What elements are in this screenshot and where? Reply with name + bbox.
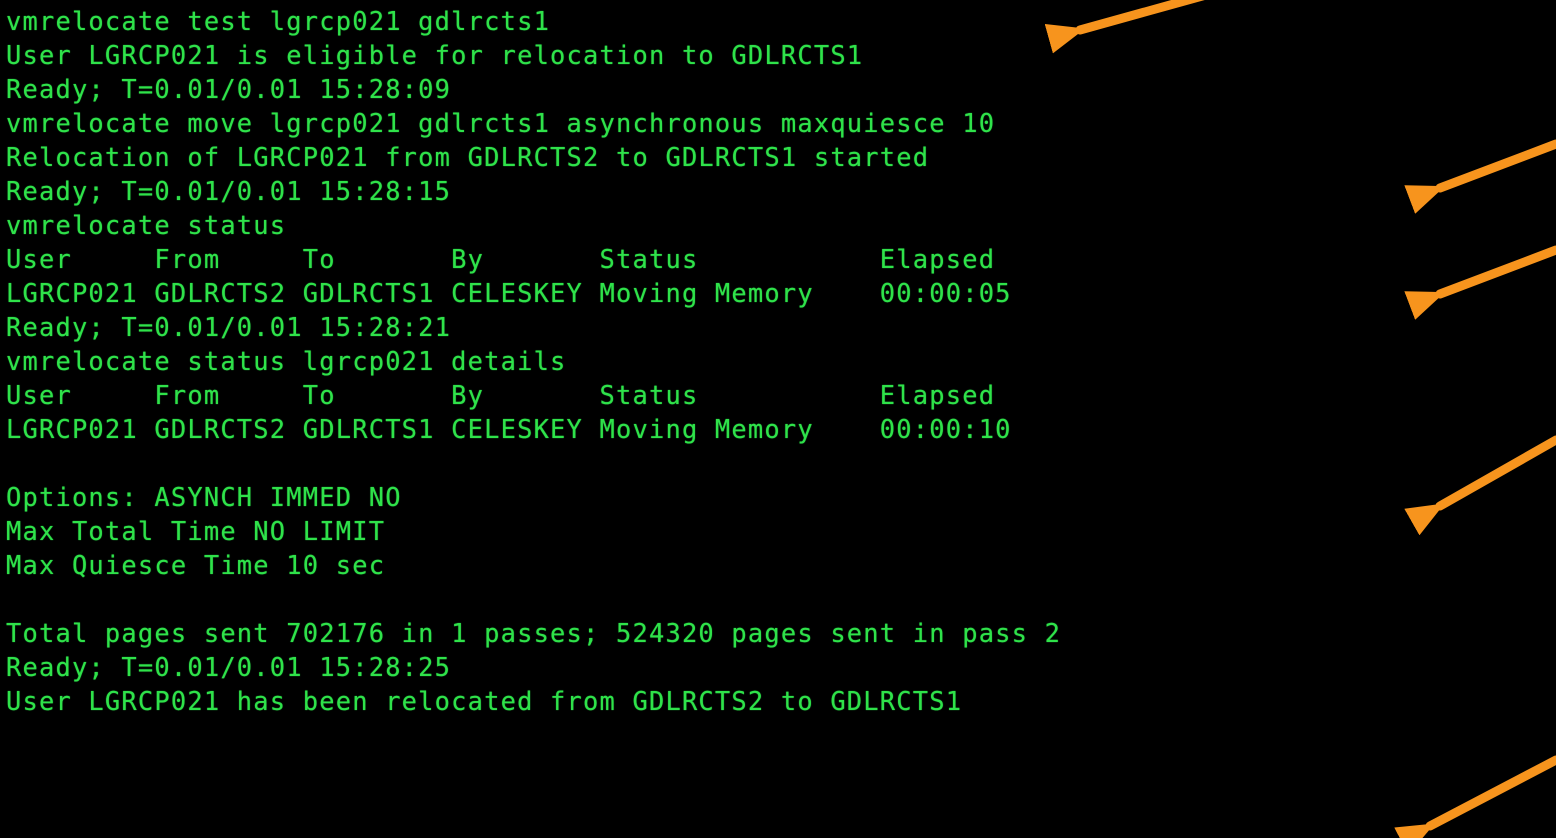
terminal-line: Relocation of LGRCP021 from GDLRCTS2 to … — [6, 142, 930, 172]
terminal-line: LGRCP021 GDLRCTS2 GDLRCTS1 CELESKEY Movi… — [6, 278, 1012, 308]
terminal-screen: vmrelocate test lgrcp021 gdlrcts1 User L… — [0, 0, 1556, 838]
terminal-line: vmrelocate move lgrcp021 gdlrcts1 asynch… — [6, 108, 996, 138]
terminal-line: Max Quiesce Time 10 sec — [6, 550, 386, 580]
terminal-line: Ready; T=0.01/0.01 15:28:15 — [6, 176, 452, 206]
terminal-line: Max Total Time NO LIMIT — [6, 516, 386, 546]
terminal-line: Total pages sent 702176 in 1 passes; 524… — [6, 618, 1062, 648]
terminal-line: LGRCP021 GDLRCTS2 GDLRCTS1 CELESKEY Movi… — [6, 414, 1012, 444]
terminal-line: User LGRCP021 is eligible for relocation… — [6, 40, 864, 70]
terminal-line: Ready; T=0.01/0.01 15:28:09 — [6, 74, 452, 104]
terminal-line: Options: ASYNCH IMMED NO — [6, 482, 402, 512]
terminal-line: vmrelocate test lgrcp021 gdlrcts1 — [6, 6, 551, 36]
terminal-line: User LGRCP021 has been relocated from GD… — [6, 686, 963, 716]
terminal-line: vmrelocate status lgrcp021 details — [6, 346, 567, 376]
terminal-line: User From To By Status Elapsed — [6, 244, 996, 274]
terminal-line: User From To By Status Elapsed — [6, 380, 996, 410]
terminal-line: Ready; T=0.01/0.01 15:28:21 — [6, 312, 452, 342]
terminal-line: vmrelocate status — [6, 210, 287, 240]
terminal-line: Ready; T=0.01/0.01 15:28:25 — [6, 652, 452, 682]
